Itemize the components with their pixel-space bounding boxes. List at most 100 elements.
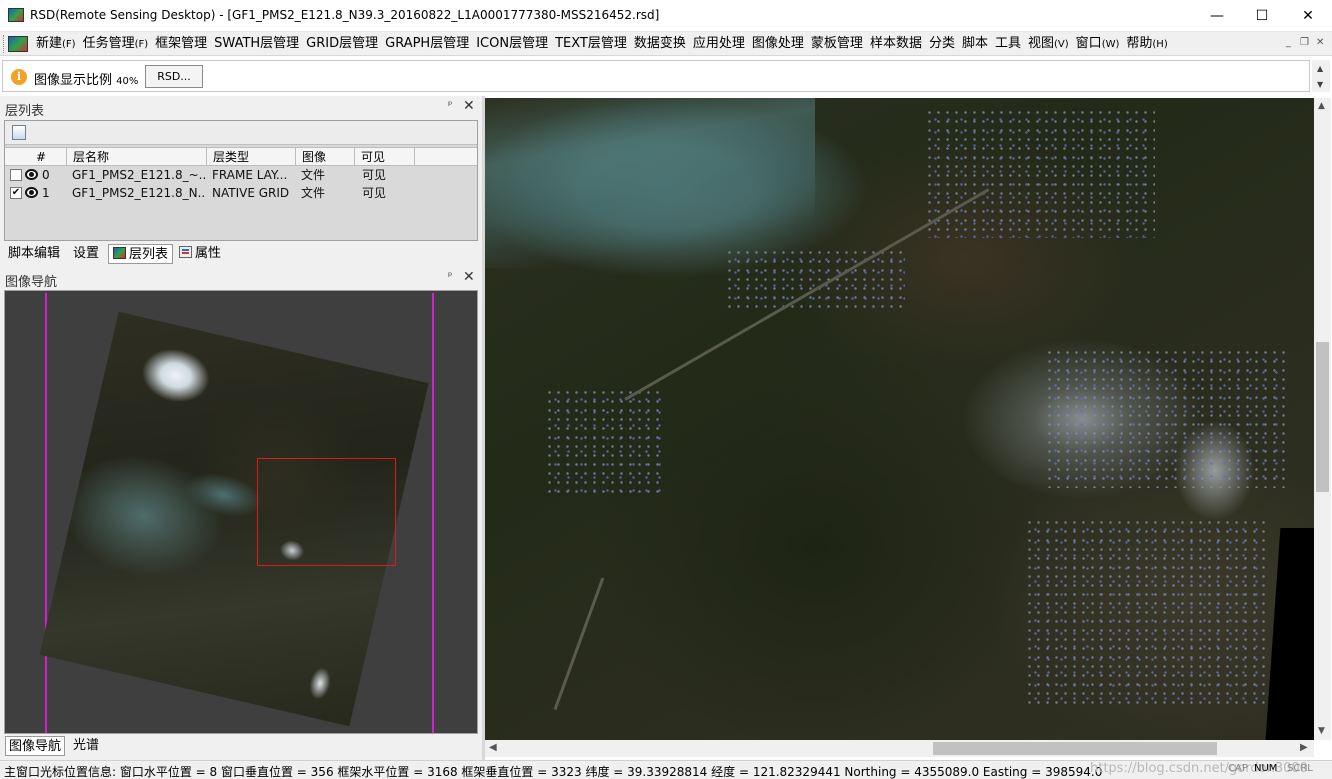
menu-label: ICON层管理 (476, 36, 549, 51)
document-icon[interactable] (8, 36, 28, 52)
image-town-area (1045, 348, 1285, 488)
menu-classify[interactable]: 分类 (929, 32, 962, 56)
mdi-restore-button[interactable]: ❐ (1300, 37, 1309, 48)
main-image-view[interactable] (485, 98, 1314, 740)
tab-settings[interactable]: 设置 (69, 244, 103, 264)
menu-new[interactable]: 新建(F) (36, 32, 83, 56)
pin-icon[interactable]: ᵖ (448, 271, 452, 282)
scroll-right-icon[interactable]: ▶ (1300, 742, 1308, 753)
layer-table-header: # 层名称 层类型 图像 可见 (5, 147, 477, 166)
layer-checkbox[interactable]: ✔ (10, 187, 22, 199)
menu-frame[interactable]: 框架管理 (155, 32, 214, 56)
image-town-area (925, 108, 1155, 238)
zoom-info: 图像显示比例 40% (34, 69, 138, 88)
menu-application[interactable]: 应用处理 (693, 32, 752, 56)
menu-tools[interactable]: 工具 (995, 32, 1028, 56)
vertical-scrollbar[interactable]: ▲ ▼ (1314, 98, 1331, 740)
info-icon: i (11, 69, 27, 85)
menu-task[interactable]: 任务管理(F) (83, 32, 156, 56)
vertical-scroll-thumb[interactable] (1316, 342, 1329, 492)
tab-properties[interactable]: 属性 (175, 244, 225, 264)
menu-help[interactable]: 帮助(H) (1126, 32, 1174, 56)
tab-script-editor[interactable]: 脚本编辑 (4, 244, 64, 264)
scroll-down-icon[interactable]: ▼ (1318, 726, 1325, 736)
image-town-area (545, 388, 665, 498)
minimize-button[interactable]: — (1194, 0, 1240, 32)
navigator-viewport-rect[interactable] (257, 458, 396, 566)
cursor-position-status: 主窗口光标位置信息: 窗口水平位置 = 8 窗口垂直位置 = 356 框架水平位… (4, 765, 1103, 779)
zoom-label: 图像显示比例 (34, 73, 113, 88)
image-water-area (485, 98, 815, 268)
tab-image-navigator[interactable]: 图像导航 (5, 736, 66, 756)
menu-label: 工具 (994, 36, 1021, 51)
rsd-button[interactable]: RSD... (145, 65, 203, 88)
eye-icon[interactable] (25, 169, 38, 180)
menu-key: (V) (1054, 39, 1069, 50)
menu-window[interactable]: 窗口(W) (1076, 32, 1127, 56)
col-name[interactable]: 层名称 (67, 148, 207, 166)
menu-grid[interactable]: GRID层管理 (306, 32, 385, 56)
maximize-button[interactable]: ☐ (1239, 0, 1285, 32)
status-bar: 主窗口光标位置信息: 窗口水平位置 = 8 窗口垂直位置 = 356 框架水平位… (0, 760, 1332, 779)
nav-tabs: 图像导航 光谱 (0, 736, 480, 758)
horizontal-scroll-thumb[interactable] (933, 742, 1217, 755)
table-row[interactable]: 0 GF1_PMS2_E121.8_~... FRAME LAY... 文件 可… (5, 166, 477, 184)
close-button[interactable]: ✕ (1285, 0, 1331, 32)
menu-icon[interactable]: ICON层管理 (476, 32, 555, 56)
col-visible[interactable]: 可见 (355, 148, 415, 166)
menu-label: 框架管理 (155, 36, 208, 51)
layer-image: 文件 (301, 186, 326, 200)
layer-image: 文件 (301, 168, 326, 182)
menu-label: 样本数据 (869, 36, 922, 51)
close-icon[interactable]: ✕ (463, 269, 475, 285)
menu-text[interactable]: TEXT层管理 (555, 32, 634, 56)
nav-panel-title: 图像导航 (5, 275, 58, 290)
image-navigator[interactable] (4, 290, 478, 734)
close-icon[interactable]: ✕ (463, 98, 475, 114)
eye-icon[interactable] (25, 187, 38, 198)
menu-data-transform[interactable]: 数据变换 (634, 32, 693, 56)
table-row[interactable]: ✔ 1 GF1_PMS2_E121.8_N... NATIVE GRID 文件 … (5, 184, 477, 202)
image-road (553, 577, 605, 711)
col-image[interactable]: 图像 (296, 148, 355, 166)
image-town-area (725, 248, 905, 308)
menu-view[interactable]: 视图(V) (1028, 32, 1076, 56)
scroll-left-icon[interactable]: ◀ (489, 742, 497, 753)
pin-icon[interactable]: ᵖ (448, 100, 452, 111)
layer-type: FRAME LAY... (212, 168, 288, 182)
tab-spectrum[interactable]: 光谱 (70, 736, 102, 756)
menu-label: 脚本 (961, 36, 988, 51)
info-scrollbar[interactable]: ▲ ▼ (1312, 60, 1330, 92)
menu-samples[interactable]: 样本数据 (870, 32, 929, 56)
menu-script[interactable]: 脚本 (962, 32, 995, 56)
title-bar: RSD(Remote Sensing Desktop) - [GF1_PMS2_… (0, 0, 1332, 32)
scroll-up-icon[interactable]: ▲ (1317, 64, 1323, 73)
menu-graph[interactable]: GRAPH层管理 (385, 32, 476, 56)
scroll-down-icon[interactable]: ▼ (1317, 80, 1323, 89)
menu-items: 新建(F) 任务管理(F) 框架管理 SWATH层管理 GRID层管理 GRAP… (36, 32, 1175, 56)
layer-name: GF1_PMS2_E121.8_N... (72, 186, 206, 200)
menu-grip (3, 35, 6, 53)
menu-label: 应用处理 (692, 36, 745, 51)
layer-visible: 可见 (362, 186, 387, 200)
menu-swath[interactable]: SWATH层管理 (214, 32, 306, 56)
layer-panel-header: 层列表 ᵖ ✕ (0, 98, 480, 119)
tab-label: 属性 (195, 246, 222, 261)
dock-tabs: 脚本编辑 设置 层列表 属性 (0, 242, 480, 266)
tab-label: 层列表 (129, 247, 169, 262)
tab-layer-list[interactable]: 层列表 (108, 244, 174, 264)
mdi-close-button[interactable]: ✕ (1316, 37, 1324, 48)
scroll-up-icon[interactable]: ▲ (1318, 101, 1325, 111)
menu-label: 蒙板管理 (810, 36, 863, 51)
layer-name: GF1_PMS2_E121.8_~... (72, 168, 206, 182)
col-type[interactable]: 层类型 (207, 148, 296, 166)
document-list-icon[interactable] (12, 125, 26, 140)
layer-checkbox[interactable] (10, 169, 22, 181)
menu-mask[interactable]: 蒙板管理 (811, 32, 870, 56)
col-index[interactable]: # (5, 148, 67, 166)
mdi-minimize-button[interactable]: _ (1286, 37, 1291, 48)
menu-label: 窗口 (1075, 36, 1102, 51)
horizontal-scrollbar[interactable]: ◀ ▶ (485, 740, 1314, 757)
caps-indicator: CAP (1228, 763, 1248, 774)
menu-image-processing[interactable]: 图像处理 (752, 32, 811, 56)
